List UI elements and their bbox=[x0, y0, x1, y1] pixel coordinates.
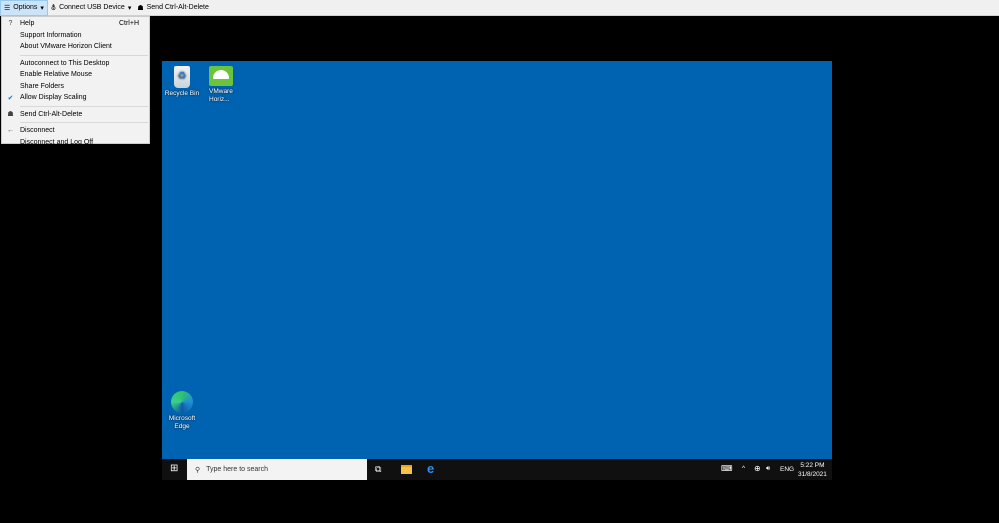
menu-item-logoff[interactable]: Disconnect and Log Off bbox=[2, 137, 149, 149]
desktop-icon-vmware-horizon[interactable]: VMware Horiz... bbox=[201, 66, 241, 104]
network-icon: ☗ bbox=[137, 4, 144, 12]
chevron-up-icon[interactable]: ^ bbox=[742, 465, 745, 472]
menu-item-support[interactable]: Support Information bbox=[2, 30, 149, 42]
connect-usb-button[interactable]: ⛢ Connect USB Device ▾ bbox=[48, 0, 134, 16]
recycle-bin-icon: ♻ bbox=[174, 66, 190, 88]
menu-item-help[interactable]: ? Help Ctrl+H bbox=[2, 18, 149, 30]
horizon-toolbar: ☰ Options ▾ ⛢ Connect USB Device ▾ ☗ Send Ctr… bbox=[0, 0, 999, 16]
desktop-icon-recycle-bin[interactable]: ♻ Recycle Bin bbox=[162, 66, 202, 98]
checkmark-icon: ✔ bbox=[7, 94, 14, 102]
chevron-down-icon: ▾ bbox=[40, 4, 44, 12]
menu-item-autoconnect[interactable]: Autoconnect to This Desktop bbox=[2, 58, 149, 70]
menu-item-relative-mouse[interactable]: Enable Relative Mouse bbox=[2, 69, 149, 81]
keyboard-icon[interactable]: ⌨ bbox=[721, 464, 733, 473]
menu-item-display-scaling[interactable]: ✔ Allow Display Scaling bbox=[2, 92, 149, 104]
usb-icon: ⛢ bbox=[50, 4, 57, 12]
file-explorer-icon[interactable] bbox=[401, 465, 412, 474]
divider bbox=[20, 54, 148, 56]
remote-desktop[interactable]: ♻ Recycle Bin VMware Horiz... Microsoft … bbox=[162, 61, 832, 480]
menu-item-about[interactable]: About VMware Horizon Client bbox=[2, 41, 149, 53]
menu-item-share-folders[interactable]: Share Folders bbox=[2, 81, 149, 93]
volume-icon[interactable]: 🔊︎ bbox=[766, 465, 770, 473]
language-indicator[interactable]: ENG bbox=[780, 466, 794, 473]
divider bbox=[20, 105, 148, 107]
desktop-icon-edge[interactable]: Microsoft Edge bbox=[162, 391, 202, 431]
search-input[interactable]: ⚲ Type here to search bbox=[187, 459, 367, 480]
vmware-horizon-icon bbox=[209, 66, 233, 86]
options-menu: ? Help Ctrl+H Support Information About VM… bbox=[1, 16, 150, 146]
network-icon: ☗ bbox=[7, 111, 14, 119]
send-cad-button[interactable]: ☗ Send Ctrl-Alt-Delete bbox=[134, 0, 212, 16]
help-icon: ? bbox=[8, 20, 13, 28]
arrow-left-icon: ← bbox=[7, 127, 14, 135]
network-globe-icon[interactable]: ⊕ bbox=[754, 464, 761, 473]
search-icon: ⚲ bbox=[195, 466, 201, 474]
options-menu-button[interactable]: ☰ Options ▾ bbox=[0, 0, 48, 16]
menu-icon: ☰ bbox=[4, 4, 11, 12]
windows-start-icon[interactable]: ⊞ bbox=[170, 464, 178, 474]
task-view-icon[interactable]: ⧉ bbox=[375, 464, 381, 475]
divider bbox=[20, 122, 148, 123]
internet-explorer-icon[interactable]: e bbox=[427, 461, 434, 476]
edge-icon bbox=[171, 391, 193, 413]
chevron-down-icon: ▾ bbox=[127, 4, 132, 12]
menu-item-send-cad[interactable]: ☗ Send Ctrl-Alt-Delete bbox=[2, 109, 149, 121]
clock[interactable]: 5:22 PM 31/8/2021 bbox=[798, 461, 827, 479]
taskbar: ⊞ ⚲ Type here to search ⧉ e ⌨ ^ ⊕ 🔊︎ ENG … bbox=[162, 459, 832, 480]
menu-item-disconnect[interactable]: ← Disconnect bbox=[2, 125, 149, 137]
